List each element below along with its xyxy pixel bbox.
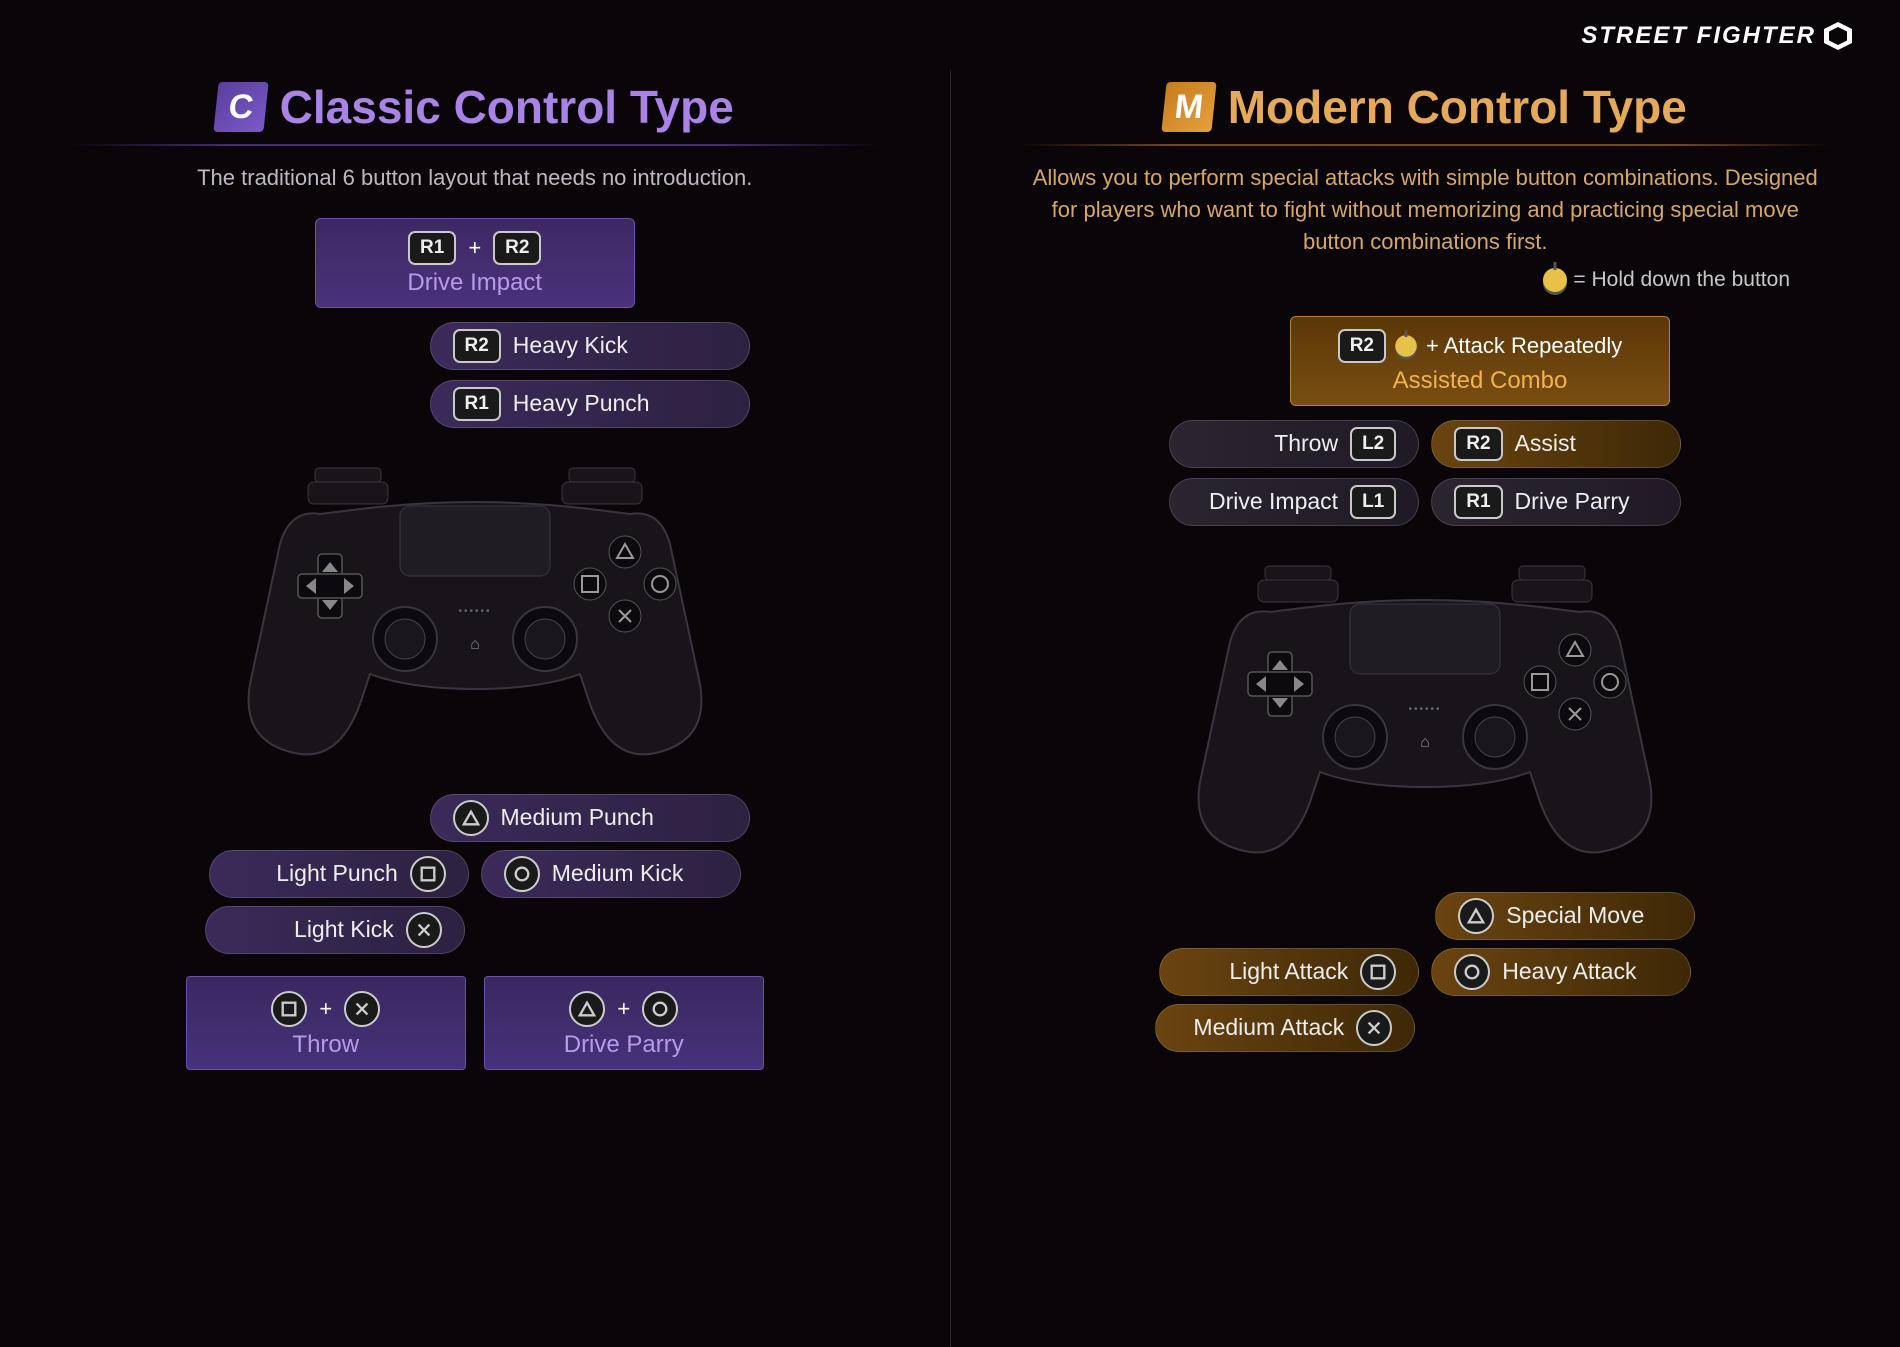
circle-icon bbox=[642, 991, 678, 1027]
divider bbox=[68, 144, 882, 146]
r2-key: R2 bbox=[1338, 329, 1386, 363]
classic-circle-row: Medium Kick bbox=[481, 850, 741, 898]
modern-subtitle: Allows you to perform special attacks wi… bbox=[991, 162, 1861, 258]
modern-panel: M Modern Control Type Allows you to perf… bbox=[951, 70, 1900, 1347]
classic-drive-impact-box: R1 + R2 Drive Impact bbox=[315, 218, 635, 308]
game-logo: STREET FIGHTER bbox=[1581, 22, 1852, 50]
logo-hex-icon bbox=[1824, 22, 1852, 50]
modern-circle-row: Heavy Attack bbox=[1431, 948, 1691, 996]
cross-icon bbox=[1356, 1010, 1392, 1046]
modern-l2-row: Throw L2 bbox=[1169, 420, 1419, 468]
classic-title: Classic Control Type bbox=[280, 80, 734, 134]
svg-text:••••••: •••••• bbox=[458, 606, 491, 617]
svg-text:••••••: •••••• bbox=[1409, 704, 1442, 715]
classic-triangle-row: Medium Punch bbox=[430, 794, 750, 842]
classic-r1-row: R1 Heavy Punch bbox=[430, 380, 750, 428]
square-icon bbox=[1360, 954, 1396, 990]
modern-cross-row: Medium Attack bbox=[1155, 1004, 1415, 1052]
divider bbox=[1019, 144, 1833, 146]
r1-key: R1 bbox=[408, 231, 456, 265]
circle-icon bbox=[1454, 954, 1490, 990]
classic-r2-row: R2 Heavy Kick bbox=[430, 322, 750, 370]
classic-square-row: Light Punch bbox=[209, 850, 469, 898]
cross-icon bbox=[406, 912, 442, 948]
classic-panel: C Classic Control Type The traditional 6… bbox=[0, 70, 951, 1347]
modern-title: Modern Control Type bbox=[1228, 80, 1687, 134]
svg-text:⌂: ⌂ bbox=[1420, 734, 1430, 751]
classic-cross-row: Light Kick bbox=[205, 906, 465, 954]
classic-subtitle: The traditional 6 button layout that nee… bbox=[40, 162, 910, 194]
square-icon bbox=[410, 856, 446, 892]
circle-icon bbox=[504, 856, 540, 892]
classic-parry-box: + Drive Parry bbox=[484, 976, 764, 1070]
modern-triangle-row: Special Move bbox=[1435, 892, 1695, 940]
modern-combo-box: R2 + Attack Repeatedly Assisted Combo bbox=[1290, 316, 1670, 406]
modern-r2-row: R2 Assist bbox=[1431, 420, 1681, 468]
triangle-icon bbox=[1458, 898, 1494, 934]
triangle-icon bbox=[569, 991, 605, 1027]
controller-icon: ⌂ •••••• bbox=[1180, 552, 1670, 862]
triangle-icon bbox=[453, 800, 489, 836]
classic-badge: C bbox=[213, 82, 268, 132]
cross-icon bbox=[344, 991, 380, 1027]
classic-throw-box: + Throw bbox=[186, 976, 466, 1070]
controller-icon: ⌂ •••••• bbox=[230, 454, 720, 764]
r2-key: R2 bbox=[493, 231, 541, 265]
hold-legend: = Hold down the button bbox=[991, 268, 1861, 292]
modern-r1-row: R1 Drive Parry bbox=[1431, 478, 1681, 526]
hold-icon bbox=[1395, 335, 1417, 357]
modern-l1-row: Drive Impact L1 bbox=[1169, 478, 1419, 526]
hold-icon bbox=[1543, 268, 1567, 292]
svg-text:⌂: ⌂ bbox=[470, 636, 480, 653]
square-icon bbox=[271, 991, 307, 1027]
modern-square-row: Light Attack bbox=[1159, 948, 1419, 996]
modern-badge: M bbox=[1161, 82, 1216, 132]
